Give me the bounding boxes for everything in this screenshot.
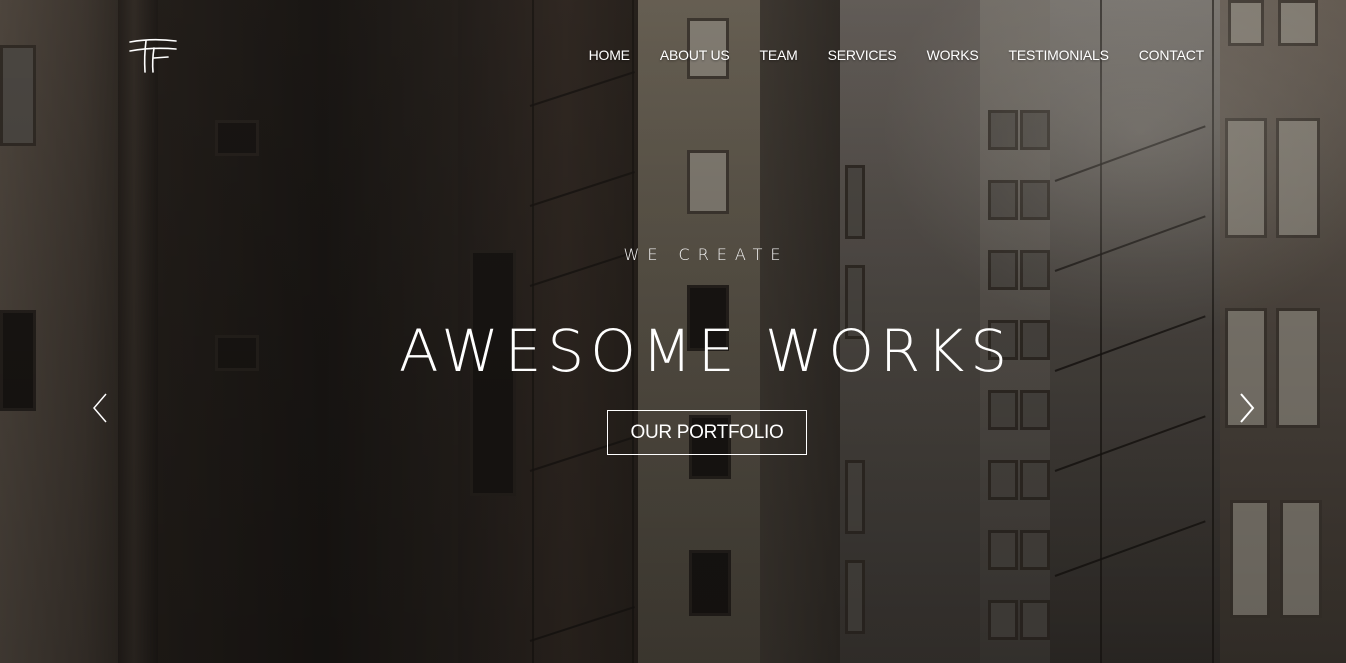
logo-icon — [129, 38, 177, 73]
nav-item-works[interactable]: WORKS — [912, 46, 994, 64]
main-navigation: HOME ABOUT US TEAM SERVICES WORKS TESTIM… — [574, 46, 1205, 64]
tf-monogram-logo[interactable] — [126, 36, 180, 74]
chevron-left-icon — [93, 393, 107, 423]
slider-prev-button[interactable] — [88, 390, 112, 426]
nav-item-team[interactable]: TEAM — [745, 46, 813, 64]
nav-item-about-us[interactable]: ABOUT US — [645, 46, 745, 64]
our-portfolio-button[interactable]: OUR PORTFOLIO — [607, 410, 807, 455]
nav-item-testimonials[interactable]: TESTIMONIALS — [993, 46, 1123, 64]
nav-item-home[interactable]: HOME — [574, 46, 645, 64]
hero-section: HOME ABOUT US TEAM SERVICES WORKS TESTIM… — [0, 0, 1346, 663]
hero-headline: AWESOME WORKS — [398, 317, 1014, 385]
hero-kicker: WE CREATE — [623, 245, 789, 264]
nav-item-contact[interactable]: CONTACT — [1124, 46, 1204, 64]
nav-item-services[interactable]: SERVICES — [813, 46, 912, 64]
chevron-right-icon — [1240, 393, 1255, 423]
slider-next-button[interactable] — [1235, 390, 1259, 426]
